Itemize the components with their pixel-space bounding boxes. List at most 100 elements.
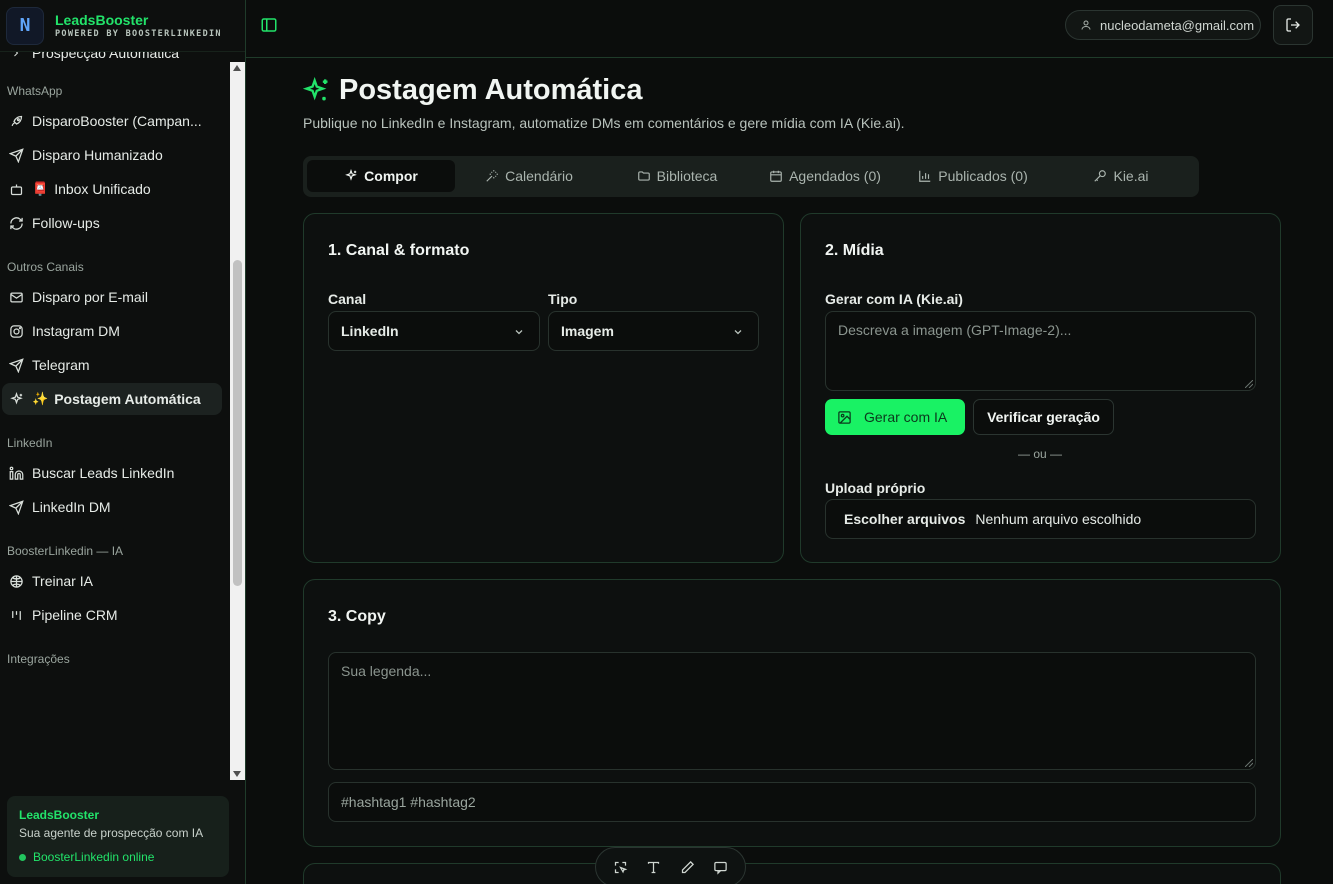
text-icon[interactable] xyxy=(646,859,662,875)
sparkles-icon xyxy=(344,168,358,183)
sidebar-item-telegram[interactable]: Telegram xyxy=(2,349,222,381)
linkedin-icon xyxy=(8,465,24,481)
floating-toolbar xyxy=(595,847,746,884)
tab-compor[interactable]: Compor xyxy=(307,160,455,192)
brand-header[interactable]: N LeadsBooster POWERED BY BOOSTERLINKEDI… xyxy=(0,0,245,52)
or-divider: — ou — xyxy=(1018,447,1063,461)
status-dot-icon xyxy=(19,853,26,861)
sidebar-scrollbar[interactable] xyxy=(230,62,245,780)
chevron-down-icon xyxy=(513,325,525,337)
tab-calendario[interactable]: Calendário xyxy=(455,160,603,192)
scrollbar-thumb[interactable] xyxy=(233,260,242,586)
rocket-icon xyxy=(8,113,24,129)
bot-icon xyxy=(8,181,24,197)
sparkles-icon xyxy=(302,76,331,105)
sidebar-nav: Prospecção Automática WhatsApp DisparoBo… xyxy=(0,52,230,780)
sidebar-item-email[interactable]: Disparo por E-mail xyxy=(2,281,222,313)
user-email: nucleodameta@gmail.com xyxy=(1100,17,1255,33)
generate-ai-button[interactable]: Gerar com IA xyxy=(825,399,965,435)
sidebar-section-title: Outros Canais xyxy=(7,260,84,274)
agent-title: LeadsBooster xyxy=(19,808,100,822)
card-title: 3. Copy xyxy=(328,608,386,625)
sparkles-icon xyxy=(8,391,24,407)
user-icon xyxy=(1080,19,1092,31)
comment-icon[interactable] xyxy=(712,859,728,875)
send-icon xyxy=(8,357,24,373)
scroll-down-arrow-icon[interactable] xyxy=(233,771,241,777)
upload-label: Upload próprio xyxy=(825,480,926,496)
sidebar-section-title: Integrações xyxy=(7,652,70,666)
app: N LeadsBooster POWERED BY BOOSTERLINKEDI… xyxy=(0,0,1333,884)
sidebar-item-inbox[interactable]: 📮 Inbox Unificado xyxy=(2,173,222,205)
kanban-icon xyxy=(8,607,24,623)
file-upload-input[interactable]: Escolher arquivos Nenhum arquivo escolhi… xyxy=(825,499,1256,539)
sidebar-section-title: BoosterLinkedin — IA xyxy=(7,544,124,558)
sidebar-section-title: LinkedIn xyxy=(7,436,53,450)
key-icon xyxy=(1093,169,1107,183)
image-icon xyxy=(837,410,852,425)
sidebar-item-disparo-humanizado[interactable]: Disparo Humanizado xyxy=(2,139,222,171)
scroll-up-arrow-icon[interactable] xyxy=(233,65,241,71)
sidebar-item-postagem[interactable]: ✨ Postagem Automática xyxy=(2,383,222,415)
type-label: Tipo xyxy=(548,291,578,307)
refresh-icon xyxy=(8,215,24,231)
brain-icon xyxy=(8,573,24,589)
ai-generate-label: Gerar com IA (Kie.ai) xyxy=(825,291,963,307)
main-content: Postagem Automática Publique no LinkedIn… xyxy=(246,58,1333,884)
channel-select[interactable]: LinkedIn xyxy=(328,311,540,351)
logout-icon xyxy=(1286,18,1300,32)
verify-generation-button[interactable]: Verificar geração xyxy=(973,399,1114,435)
hashtags-input[interactable]: #hashtag1 #hashtag2 xyxy=(328,782,1256,822)
user-account-pill[interactable]: nucleodameta@gmail.com xyxy=(1065,10,1261,40)
channel-label: Canal xyxy=(328,291,367,307)
page-title: Postagem Automática xyxy=(302,74,643,107)
type-select[interactable]: Imagem xyxy=(548,311,759,351)
copy-card: 3. Copy Sua legenda... #hashtag1 #hashta… xyxy=(303,579,1281,847)
wand-icon xyxy=(485,169,499,183)
tab-publicados[interactable]: Publicados (0) xyxy=(899,160,1047,192)
sidebar-item-instagram[interactable]: Instagram DM xyxy=(2,315,222,347)
sidebar-item-linkedin-dm[interactable]: LinkedIn DM xyxy=(2,491,222,523)
choose-files-button[interactable]: Escolher arquivos xyxy=(844,511,965,527)
tab-biblioteca[interactable]: Biblioteca xyxy=(603,160,751,192)
resize-handle-icon[interactable] xyxy=(1245,380,1253,388)
mail-icon xyxy=(8,289,24,305)
tab-bar: Compor Calendário Biblioteca Agendados (… xyxy=(303,156,1199,197)
sidebar-item-disparobooster[interactable]: DisparoBooster (Campan... xyxy=(2,105,222,137)
sidebar-section-title: WhatsApp xyxy=(7,84,63,98)
sidebar-item-treinar-ia[interactable]: Treinar IA xyxy=(2,565,222,597)
sidebar-item-buscar-leads[interactable]: Buscar Leads LinkedIn xyxy=(2,457,222,489)
brand-subtitle: POWERED BY BOOSTERLINKEDIN xyxy=(55,29,222,39)
resize-handle-icon[interactable] xyxy=(1245,759,1253,767)
agent-online-status: BoosterLinkedin online xyxy=(19,850,217,864)
card-title: 1. Canal & formato xyxy=(328,242,470,259)
card-title: 2. Mídia xyxy=(825,242,884,259)
topbar: nucleodameta@gmail.com xyxy=(246,0,1333,58)
sidebar-toggle-icon[interactable] xyxy=(260,16,278,34)
mailbox-emoji: 📮 xyxy=(32,181,49,196)
send-icon xyxy=(8,499,24,515)
sparkles-emoji: ✨ xyxy=(32,391,49,406)
logout-button[interactable] xyxy=(1273,5,1313,45)
tab-agendados[interactable]: Agendados (0) xyxy=(751,160,899,192)
sidebar-item-followups[interactable]: Follow-ups xyxy=(2,207,222,239)
agent-status-card: LeadsBooster Sua agente de prospecção co… xyxy=(7,796,229,877)
channel-format-card: 1. Canal & formato Canal LinkedIn Tipo I… xyxy=(303,213,784,563)
caption-textarea[interactable]: Sua legenda... xyxy=(328,652,1256,770)
bar-chart-icon xyxy=(918,169,932,183)
agent-description: Sua agente de prospecção com IA xyxy=(19,826,204,840)
instagram-icon xyxy=(8,323,24,339)
brand-logo: N xyxy=(6,6,44,45)
pen-icon[interactable] xyxy=(679,859,695,875)
tab-kieai[interactable]: Kie.ai xyxy=(1047,160,1195,192)
calendar-icon xyxy=(769,169,783,183)
folder-icon xyxy=(637,169,651,183)
image-prompt-textarea[interactable]: Descreva a imagem (GPT-Image-2)... xyxy=(825,311,1256,391)
sidebar: N LeadsBooster POWERED BY BOOSTERLINKEDI… xyxy=(0,0,246,884)
media-card: 2. Mídia Gerar com IA (Kie.ai) Descreva … xyxy=(800,213,1281,563)
sidebar-item-prospeccao[interactable]: Prospecção Automática xyxy=(2,52,222,63)
page-subtitle: Publique no LinkedIn e Instagram, automa… xyxy=(303,115,905,131)
chevron-right-icon xyxy=(8,52,24,61)
select-icon[interactable] xyxy=(613,859,629,875)
sidebar-item-pipeline[interactable]: Pipeline CRM xyxy=(2,599,222,631)
